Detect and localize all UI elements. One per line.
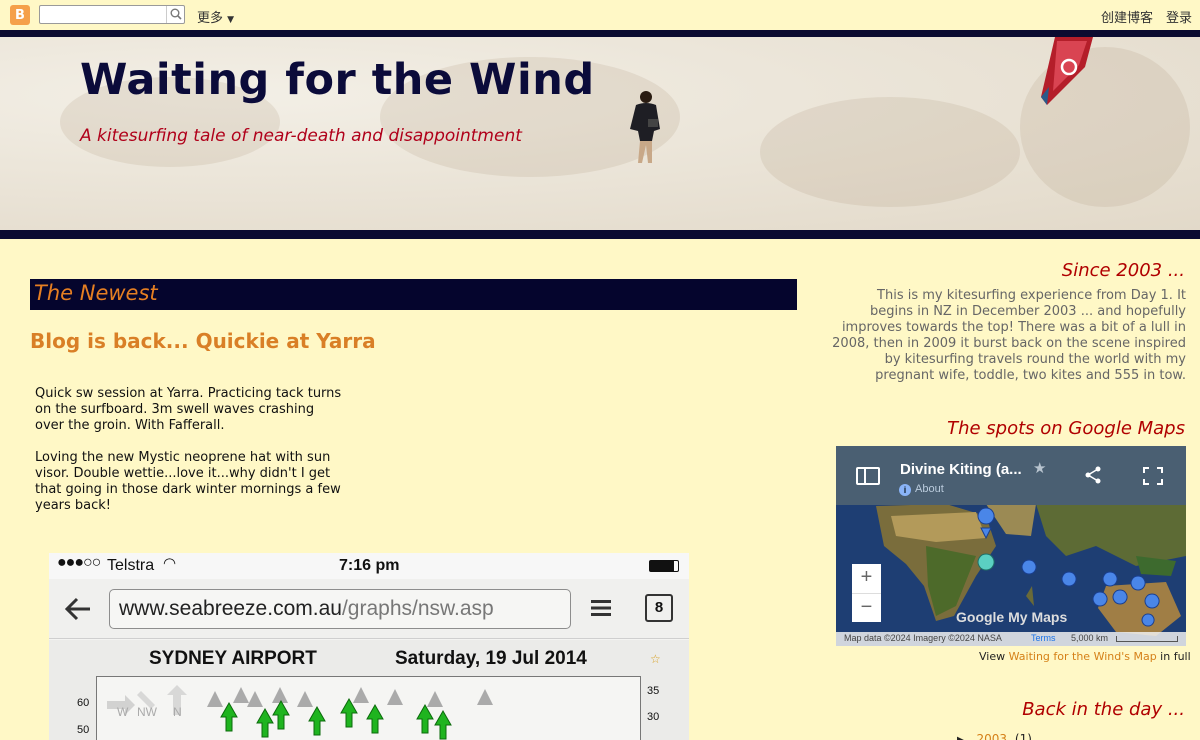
- menu-icon: [591, 600, 611, 616]
- signal-icon: ●●●○○: [57, 554, 101, 571]
- archive-count: (1): [1014, 732, 1032, 740]
- create-blog-link[interactable]: 创建博客: [1101, 7, 1153, 26]
- tabs-icon: 8: [645, 594, 673, 622]
- map-terms-link[interactable]: Terms: [1031, 633, 1056, 643]
- archive-item[interactable]: ▶ 2003 (1): [957, 732, 1032, 740]
- date-header: The Newest: [30, 279, 797, 310]
- chevron-down-icon: ▼: [227, 15, 235, 25]
- phone-status-bar: ●●●○○ Telstra ◠ 7:16 pm: [49, 553, 689, 579]
- browser-address-bar: www.seabreeze.com.au/graphs/nsw.asp 8: [49, 579, 689, 639]
- more-menu-button[interactable]: 更多 ▼: [197, 7, 234, 26]
- login-link[interactable]: 登录: [1166, 7, 1192, 26]
- map-caption-prefix: View: [979, 650, 1009, 663]
- archive-year-link[interactable]: 2003: [977, 732, 1008, 740]
- google-map-embed[interactable]: Divine Kiting (a... ★ i About + − Google…: [836, 446, 1186, 646]
- wind-plot: W NW N: [96, 676, 641, 740]
- post-title[interactable]: Blog is back... Quickie at Yarra: [30, 329, 376, 353]
- wifi-icon: ◠: [163, 555, 177, 572]
- map-attribution: Map data ©2024 Imagery ©2024 NASA: [844, 633, 1002, 643]
- scale-bar: [1116, 636, 1178, 642]
- map-caption-suffix: in full: [1156, 650, 1191, 663]
- post-paragraph: Loving the new Mystic neoprene hat with …: [35, 450, 341, 513]
- maps-heading: The spots on Google Maps: [947, 418, 1185, 439]
- left-tick-label: 50: [77, 724, 90, 736]
- map-scale: 5,000 km: [1071, 633, 1109, 643]
- left-tick-label: 60: [77, 697, 90, 709]
- map-caption: View Waiting for the Wind's Map in full: [979, 650, 1191, 663]
- search-icon[interactable]: [166, 6, 184, 23]
- zoom-out-button[interactable]: −: [852, 593, 881, 622]
- tab-count: 8: [654, 599, 664, 616]
- battery-icon: [649, 560, 679, 572]
- url-field: www.seabreeze.com.au/graphs/nsw.asp: [109, 589, 571, 629]
- direction-label: NW: [137, 705, 157, 719]
- blog-title[interactable]: Waiting for the Wind: [80, 55, 595, 105]
- seabreeze-chart: SYDNEY AIRPORT Saturday, 19 Jul 2014 ☆ W…: [49, 640, 689, 740]
- right-tick-label: 30: [647, 711, 660, 723]
- date-header-label: The Newest: [34, 281, 158, 305]
- blogger-logo-icon[interactable]: B: [10, 5, 30, 25]
- blog-subtitle: A kitesurfing tale of near-death and dis…: [80, 126, 522, 146]
- google-my-maps-logo: Google My Maps: [956, 609, 1068, 625]
- chart-date: Saturday, 19 Jul 2014: [395, 648, 587, 669]
- star-icon: ☆: [650, 652, 661, 666]
- carrier-label: Telstra: [107, 557, 155, 574]
- about-text: This is my kitesurfing experience from D…: [832, 288, 1186, 383]
- archive-heading: Back in the day ...: [1022, 699, 1185, 720]
- post-image[interactable]: ●●●○○ Telstra ◠ 7:16 pm www.seabreeze.co…: [49, 553, 689, 740]
- kite-icon: [1041, 37, 1093, 105]
- navbar: B 更多 ▼ 创建博客 登录: [0, 0, 1200, 30]
- direction-label: W: [117, 705, 129, 719]
- map-full-link[interactable]: Waiting for the Wind's Map: [1009, 650, 1157, 663]
- station-name: SYDNEY AIRPORT: [149, 648, 317, 669]
- back-arrow-icon: [65, 597, 90, 621]
- map-attribution-bar: Map data ©2024 Imagery ©2024 NASA Terms …: [836, 632, 1186, 646]
- triangle-right-icon[interactable]: ▶: [957, 735, 965, 740]
- direction-label: N: [173, 705, 182, 719]
- post-paragraph: Quick sw session at Yarra. Practicing ta…: [35, 386, 342, 433]
- zoom-in-button[interactable]: +: [852, 564, 881, 593]
- phone-time: 7:16 pm: [339, 557, 400, 574]
- search-input[interactable]: [39, 5, 185, 24]
- more-menu-label: 更多: [197, 11, 224, 26]
- kitesurfer-figure-icon: [630, 91, 660, 163]
- about-heading: Since 2003 ...: [1061, 260, 1185, 281]
- right-tick-label: 35: [647, 685, 660, 697]
